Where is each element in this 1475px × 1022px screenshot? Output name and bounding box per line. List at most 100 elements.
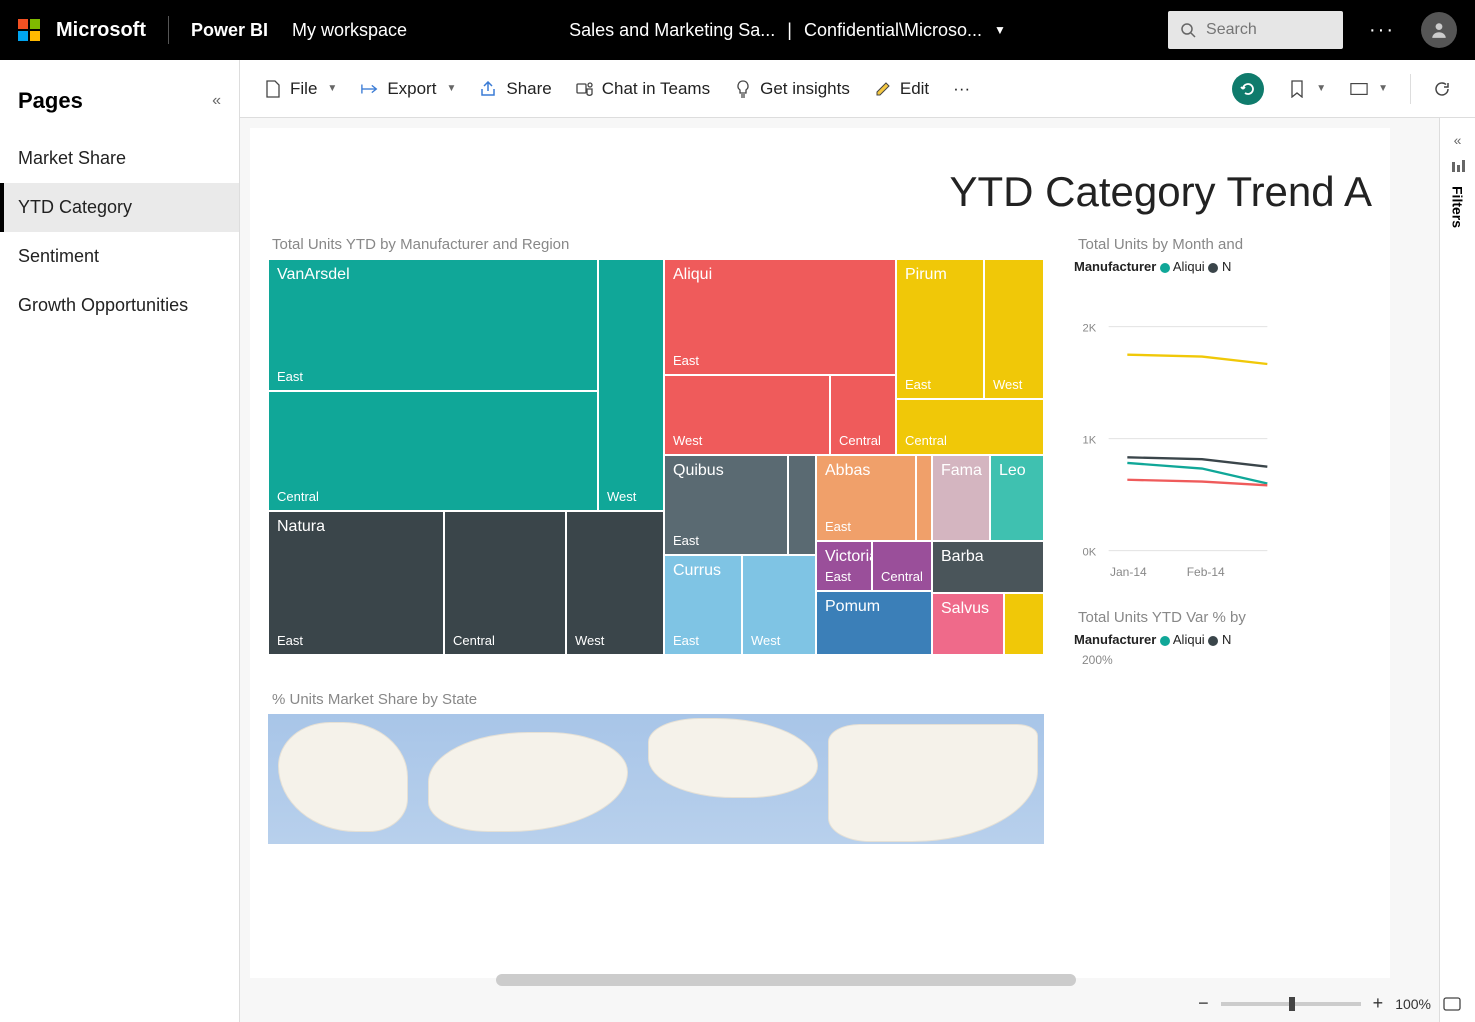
map-visual[interactable] (268, 714, 1044, 844)
sensitivity-label[interactable]: Confidential\Microso... (804, 20, 982, 41)
x-tick: Jan-14 (1110, 565, 1147, 579)
product-label[interactable]: Power BI (191, 20, 268, 41)
treemap-cell[interactable] (1004, 593, 1044, 655)
treemap-cell[interactable]: VanArsdelEast (268, 259, 598, 391)
report-canvas: YTD Category Trend A Total Units YTD by … (250, 128, 1390, 978)
separator (168, 16, 169, 44)
chat-label: Chat in Teams (602, 79, 710, 99)
treemap-cell[interactable]: West (742, 555, 816, 655)
legend-dot-n (1208, 263, 1218, 273)
toolbar-divider (1410, 74, 1411, 104)
zoom-controls: − + 100% (1198, 993, 1461, 1014)
rectangle-icon (1350, 80, 1368, 98)
zoom-value: 100% (1395, 996, 1431, 1012)
export-menu[interactable]: Export ▼ (349, 60, 468, 117)
canvas-scroll[interactable]: YTD Category Trend A Total Units YTD by … (240, 118, 1439, 1022)
expand-filters-icon[interactable]: « (1454, 132, 1462, 148)
chevron-down-icon: ▼ (446, 83, 456, 94)
workspace-link[interactable]: My workspace (292, 20, 407, 41)
legend-item: N (1222, 632, 1231, 647)
treemap-cell[interactable]: Barba (932, 541, 1044, 593)
treemap-cell[interactable]: Central (872, 541, 932, 591)
page-item-sentiment[interactable]: Sentiment (0, 232, 239, 281)
zoom-in-button[interactable]: + (1373, 993, 1384, 1014)
breadcrumb: Sales and Marketing Sa... | Confidential… (419, 20, 1156, 41)
filters-icon (1451, 160, 1465, 174)
treemap-cell[interactable]: West (566, 511, 664, 655)
x-tick: Feb-14 (1187, 565, 1225, 579)
lightbulb-icon (734, 80, 752, 98)
legend-item: Aliqui (1173, 259, 1205, 274)
edit-button[interactable]: Edit (862, 60, 941, 117)
linechart-visual[interactable]: 2K 1K 0K (1074, 280, 1274, 560)
treemap-cell[interactable]: Fama (932, 455, 990, 541)
linechart-legend: Manufacturer Aliqui N (1074, 259, 1274, 274)
view-menu[interactable]: ▼ (1338, 60, 1400, 117)
report-name-crumb[interactable]: Sales and Marketing Sa... (569, 20, 775, 41)
treemap-title: Total Units YTD by Manufacturer and Regi… (272, 236, 1044, 253)
treemap-cell[interactable] (916, 455, 932, 541)
export-label: Export (387, 79, 436, 99)
legend-dot (1160, 636, 1170, 646)
treemap-cell[interactable]: Pomum (816, 591, 932, 655)
export-icon (361, 80, 379, 98)
page-item-market-share[interactable]: Market Share (0, 134, 239, 183)
treemap-cell[interactable]: Central (830, 375, 896, 455)
collapse-sidebar-icon[interactable]: « (212, 92, 221, 110)
treemap-cell[interactable] (788, 455, 816, 555)
file-label: File (290, 79, 317, 99)
more-options-icon[interactable]: ··· (1355, 19, 1409, 42)
insights-label: Get insights (760, 79, 850, 99)
treemap-cell[interactable]: Salvus (932, 593, 1004, 655)
treemap-cell[interactable]: West (598, 259, 664, 511)
treemap-cell[interactable]: PirumEast (896, 259, 984, 399)
zoom-thumb[interactable] (1289, 997, 1295, 1011)
share-button[interactable]: Share (468, 60, 563, 117)
legend-label: Manufacturer (1074, 259, 1156, 274)
treemap-cell[interactable]: AliquiEast (664, 259, 896, 375)
zoom-slider[interactable] (1221, 1002, 1361, 1006)
treemap-cell[interactable]: NaturaEast (268, 511, 444, 655)
treemap-cell[interactable]: Central (444, 511, 566, 655)
legend-item: N (1222, 259, 1231, 274)
share-label: Share (506, 79, 551, 99)
y-tick: 2K (1083, 322, 1097, 334)
search-input-wrap[interactable] (1168, 11, 1343, 49)
treemap-cell[interactable]: AbbasEast (816, 455, 916, 541)
treemap-cell[interactable]: Central (896, 399, 1044, 455)
file-icon (264, 80, 282, 98)
user-avatar[interactable] (1421, 12, 1457, 48)
refresh-icon (1433, 80, 1451, 98)
treemap-cell[interactable]: QuibusEast (664, 455, 788, 555)
chevron-down-icon: ▼ (1316, 83, 1326, 94)
treemap-cell[interactable]: West (984, 259, 1044, 399)
treemap-cell[interactable]: VictoriaEast (816, 541, 872, 591)
linechart-title: Total Units by Month and (1078, 236, 1274, 253)
reset-icon (1232, 73, 1264, 105)
chat-teams-button[interactable]: Chat in Teams (564, 60, 722, 117)
chevron-down-icon[interactable]: ▼ (994, 23, 1006, 37)
y-tick: 1K (1083, 434, 1097, 446)
treemap-visual[interactable]: VanArsdelEastCentralWestNaturaEastCentra… (268, 259, 1044, 655)
bookmark-menu[interactable]: ▼ (1276, 60, 1338, 117)
legend-dot (1208, 636, 1218, 646)
treemap-cell[interactable]: Leo (990, 455, 1044, 541)
refresh-button[interactable] (1421, 60, 1463, 117)
horizontal-scrollbar[interactable] (496, 974, 1076, 986)
reset-button[interactable] (1220, 60, 1276, 117)
filters-pane-collapsed[interactable]: « Filters (1439, 118, 1475, 1022)
page-item-ytd-category[interactable]: YTD Category (0, 183, 239, 232)
more-menu[interactable]: ··· (941, 60, 982, 117)
search-input[interactable] (1206, 21, 1306, 39)
zoom-out-button[interactable]: − (1198, 993, 1209, 1014)
treemap-cell[interactable]: CurrusEast (664, 555, 742, 655)
legend-dot-aliqui (1160, 263, 1170, 273)
file-menu[interactable]: File ▼ (252, 60, 349, 117)
page-item-growth[interactable]: Growth Opportunities (0, 281, 239, 330)
y-tick: 0K (1083, 546, 1097, 558)
treemap-cell[interactable]: Central (268, 391, 598, 511)
treemap-cell[interactable]: West (664, 375, 830, 455)
fit-to-page-icon[interactable] (1443, 997, 1461, 1011)
pages-title: Pages (18, 88, 83, 114)
get-insights-button[interactable]: Get insights (722, 60, 862, 117)
